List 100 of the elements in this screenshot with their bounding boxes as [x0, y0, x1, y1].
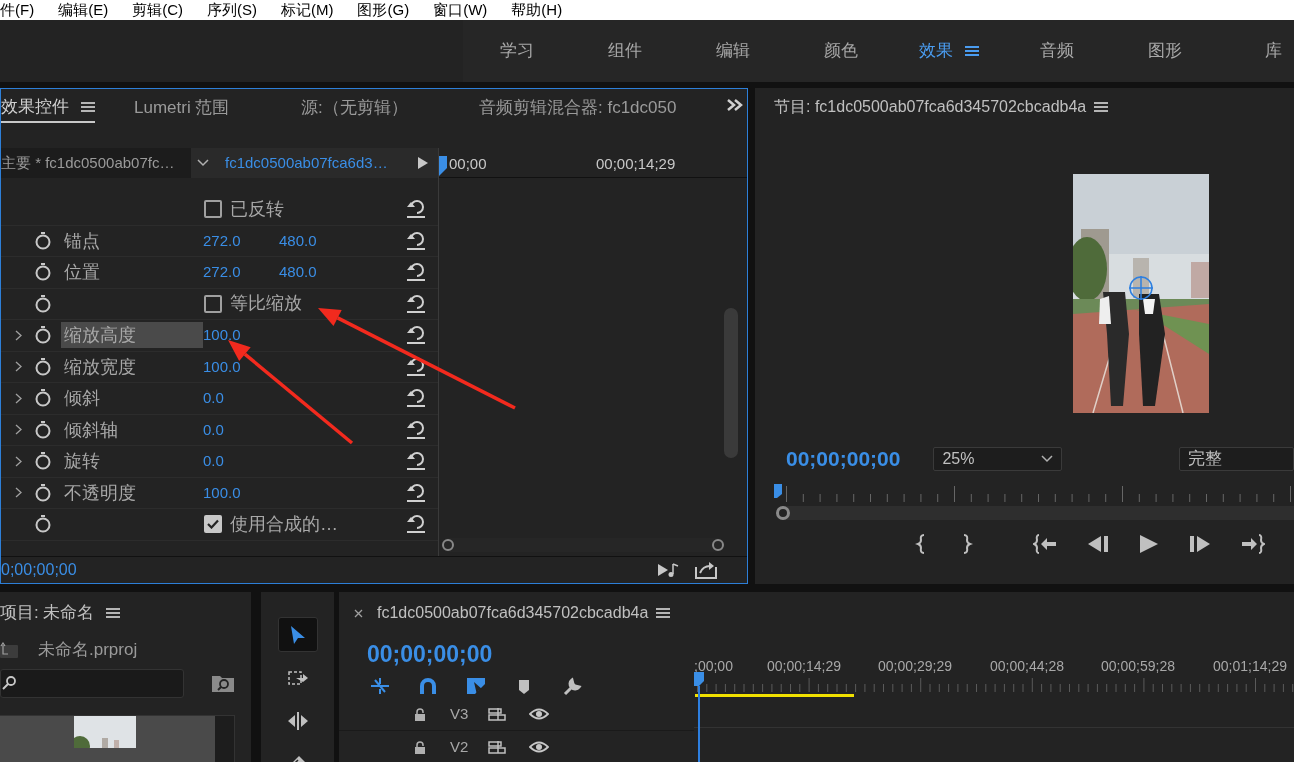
checkbox[interactable] [204, 515, 222, 534]
track-output-icon[interactable] [488, 740, 506, 754]
expand-chevron-icon[interactable] [14, 487, 22, 499]
workspace-tab[interactable]: 颜色 [787, 38, 895, 64]
lock-icon[interactable] [414, 707, 426, 721]
stopwatch-icon[interactable] [35, 420, 51, 439]
checkbox[interactable] [204, 200, 222, 219]
property-value[interactable]: 0.0 [203, 387, 279, 410]
close-icon[interactable] [354, 608, 363, 618]
panel-tab[interactable]: 效果控件 [1, 93, 95, 123]
menu-item[interactable]: 剪辑(C) [132, 1, 183, 19]
step-back-icon[interactable] [1087, 535, 1109, 553]
export-icon[interactable] [695, 561, 717, 579]
reset-icon[interactable] [406, 325, 426, 345]
stopwatch-icon[interactable] [35, 326, 51, 345]
workspace-tab[interactable]: 库 [1219, 38, 1294, 64]
play-icon[interactable] [418, 157, 428, 169]
expand-chevron-icon[interactable] [14, 424, 22, 436]
reset-icon[interactable] [406, 514, 426, 534]
search-field[interactable] [0, 668, 184, 698]
find-in-bin-icon[interactable] [212, 674, 234, 692]
stopwatch-icon[interactable] [35, 483, 51, 502]
menu-icon[interactable] [1094, 101, 1109, 113]
reset-icon[interactable] [406, 388, 426, 408]
property-value[interactable]: 100.0 [203, 324, 279, 347]
eye-icon[interactable] [529, 708, 549, 720]
overflow-chevrons-icon[interactable] [727, 99, 743, 111]
menu-item[interactable]: 件(F) [0, 1, 35, 19]
menu-item[interactable]: 帮助(H) [511, 1, 563, 19]
reset-icon[interactable] [406, 451, 426, 471]
stopwatch-icon[interactable] [35, 231, 51, 250]
workspace-tab[interactable]: 编辑 [679, 38, 787, 64]
chevron-down-icon[interactable] [197, 159, 209, 167]
checkbox[interactable] [204, 294, 222, 313]
stopwatch-icon[interactable] [35, 389, 51, 408]
zoom-dropdown[interactable]: 25% [933, 447, 1063, 471]
track-output-icon[interactable] [488, 707, 506, 721]
property-label[interactable]: 倾斜 [61, 385, 203, 412]
reset-icon[interactable] [406, 262, 426, 282]
eye-icon[interactable] [529, 741, 549, 753]
step-forward-icon[interactable] [1189, 535, 1211, 553]
menu-icon[interactable] [106, 607, 121, 619]
stopwatch-icon[interactable] [35, 515, 51, 534]
property-label[interactable]: 位置 [61, 259, 203, 286]
reset-icon[interactable] [406, 356, 426, 377]
clip-selector[interactable]: fc1dc0500ab07fca6d3… [191, 148, 438, 178]
menu-icon[interactable] [965, 45, 979, 57]
workspace-tab[interactable]: 效果 [895, 38, 1003, 64]
menu-icon[interactable] [656, 607, 671, 619]
expand-chevron-icon[interactable] [14, 392, 22, 404]
menu-item[interactable]: 编辑(E) [58, 1, 109, 19]
chevron-down-icon[interactable] [1041, 455, 1054, 463]
property-value[interactable]: 480.0 [279, 261, 355, 284]
property-value[interactable]: 0.0 [203, 418, 279, 441]
property-label[interactable]: 缩放高度 [61, 322, 203, 349]
linked-selection-icon[interactable] [465, 676, 487, 696]
property-label[interactable]: 缩放宽度 [61, 353, 203, 380]
panel-tab[interactable]: 音频剪辑混合器: fc1dc050 [479, 93, 677, 123]
panel-tab[interactable]: Lumetri 范围 [134, 93, 230, 123]
timecode[interactable]: 00;00;00;00 [786, 443, 901, 475]
expand-chevron-icon[interactable] [14, 329, 22, 341]
tool-button[interactable] [277, 617, 318, 652]
property-value[interactable]: 272.0 [203, 229, 279, 252]
menu-icon[interactable] [81, 101, 95, 113]
timecode[interactable]: 00;00;00;00 [339, 634, 694, 674]
folder-up-icon[interactable] [0, 642, 18, 658]
stopwatch-icon[interactable] [35, 294, 51, 313]
property-label[interactable]: 不透明度 [61, 479, 203, 506]
panel-tab[interactable]: 源:（无剪辑） [301, 93, 408, 123]
property-value[interactable]: 100.0 [203, 355, 279, 378]
playhead-icon[interactable] [694, 672, 704, 686]
property-value[interactable]: 272.0 [203, 261, 279, 284]
property-value[interactable]: 100.0 [203, 481, 279, 504]
stopwatch-icon[interactable] [35, 263, 51, 282]
reset-icon[interactable] [406, 419, 426, 440]
menu-item[interactable]: 标记(M) [281, 1, 334, 19]
play-icon[interactable] [1139, 534, 1159, 554]
workspace-tab[interactable]: 组件 [571, 38, 679, 64]
workspace-tab[interactable]: 学习 [463, 38, 571, 64]
workspace-tab[interactable]: 音频 [1003, 38, 1111, 64]
stopwatch-icon[interactable] [35, 357, 51, 376]
expand-chevron-icon[interactable] [14, 455, 22, 467]
reset-icon[interactable] [406, 199, 426, 219]
timecode[interactable]: 0;00;00;00 [1, 558, 77, 582]
property-value[interactable]: 0.0 [203, 450, 279, 473]
property-label[interactable]: 倾斜轴 [61, 416, 203, 443]
property-label[interactable]: 旋转 [61, 448, 203, 475]
reset-icon[interactable] [406, 482, 426, 503]
magnet-icon[interactable] [417, 676, 439, 696]
zoom-scrollbar[interactable] [776, 506, 1294, 520]
lock-icon[interactable] [414, 740, 426, 754]
playhead-icon[interactable] [774, 484, 782, 498]
reset-icon[interactable] [406, 293, 426, 314]
go-to-in-icon[interactable] [1033, 534, 1057, 554]
workspace-tab[interactable]: 图形 [1111, 38, 1219, 64]
go-to-out-icon[interactable] [1241, 534, 1265, 554]
quality-dropdown[interactable]: 完整 [1179, 447, 1294, 471]
snap-icon[interactable] [369, 676, 391, 696]
expand-chevron-icon[interactable] [14, 361, 22, 373]
stopwatch-icon[interactable] [35, 452, 51, 471]
